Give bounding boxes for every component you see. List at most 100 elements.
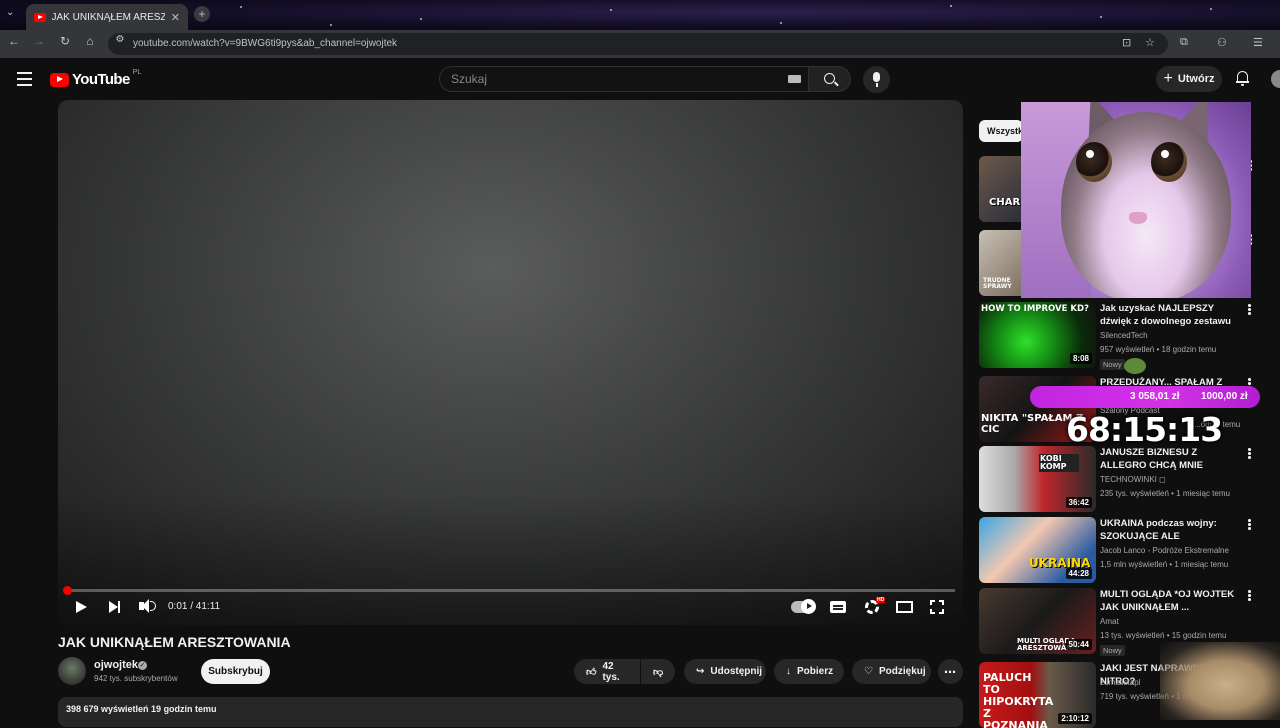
create-label: Utwórz (1177, 73, 1215, 85)
youtube-play-logo-icon (50, 72, 69, 87)
search-input[interactable] (440, 67, 770, 91)
recommendation-title[interactable]: Jak uzyskać NAJLEPSZY dźwięk z dowolnego… (1100, 302, 1240, 328)
thanks-button[interactable]: ♡ Podziękuj (852, 659, 931, 684)
youtube-favicon-icon (34, 12, 46, 22)
recommendation-title[interactable]: UKRAINA podczas wojny: SZOKUJĄCE ALE PRA… (1100, 517, 1240, 543)
download-button[interactable]: ↓ Pobierz (774, 659, 844, 684)
create-button[interactable]: + Utwórz (1156, 66, 1222, 92)
bookmark-star-icon[interactable]: ☆ (1145, 36, 1155, 49)
hamburger-menu-icon[interactable] (17, 72, 32, 90)
notifications-bell-icon[interactable] (1236, 71, 1249, 86)
browser-tab-strip (0, 0, 1280, 30)
more-options-icon[interactable] (1248, 304, 1251, 315)
thanks-label: Podziękuj (878, 666, 926, 677)
recommendation-meta: 1,5 mln wyświetleń • 1 miesiąc temu (1100, 560, 1229, 569)
duration-badge: 8:08 (1069, 353, 1092, 364)
recommendation-thumbnail[interactable]: MULTI OGLĄDA ARESZTOWANIE 50:44 (979, 588, 1096, 654)
subtitles-icon[interactable] (830, 601, 846, 613)
more-actions-button[interactable]: ⋯ (938, 659, 963, 684)
play-button-icon[interactable] (76, 601, 87, 613)
thumbnail-text: KOBI KOMP (1039, 454, 1079, 472)
more-options-icon[interactable] (1248, 590, 1251, 601)
fullscreen-icon[interactable] (930, 600, 944, 614)
logo-wordmark: YouTube (72, 71, 130, 88)
recommendation-channel[interactable]: Amat (1100, 617, 1119, 626)
share-button[interactable]: ↪ Udostępnij (684, 659, 766, 684)
install-app-icon[interactable]: ⊡ (1122, 36, 1131, 49)
voice-search-button[interactable] (863, 66, 890, 93)
tab-close-icon[interactable]: ✕ (171, 11, 180, 24)
recommendation-thumbnail[interactable]: UKRAINA 44:28 (979, 517, 1096, 583)
tab-list-icon[interactable]: ⌄ (6, 7, 14, 18)
search-box (439, 66, 809, 92)
recommendation-channel[interactable]: TECHNOWINKI ◻ (1100, 475, 1166, 484)
site-info-icon[interactable]: ⚙ (112, 34, 128, 45)
duration-badge: 44:28 (1065, 568, 1092, 579)
autoplay-icon[interactable] (801, 599, 816, 614)
back-arrow-icon[interactable]: ← (6, 34, 22, 48)
recommendation-thumbnail[interactable]: KOBI KOMP 36:42 (979, 446, 1096, 512)
keyboard-icon[interactable] (788, 75, 801, 83)
home-icon[interactable]: ⌂ (82, 34, 98, 48)
recommendation-title[interactable]: JANUSZE BIZNESU Z ALLEGRO CHCĄ MNIE UCIS… (1100, 446, 1240, 472)
thumbnail-text: TRUDNE SPRAWY (983, 277, 1012, 290)
verified-check-icon: ✓ (138, 661, 147, 670)
reading-list-icon[interactable]: ☰ (1253, 36, 1263, 49)
search-button[interactable] (809, 66, 851, 92)
heart-dollar-icon: ♡ (864, 666, 873, 677)
subscribe-button[interactable]: Subskrybuj (201, 659, 270, 684)
subscriber-count: 942 tys. subskrybentów (94, 674, 178, 683)
subathon-timer: 68:15:13 (1066, 410, 1223, 449)
cat-webcam-overlay (1021, 102, 1251, 298)
browser-tab[interactable]: JAK UNIKNĄŁEM ARESZTOWANIA ✕ (26, 4, 188, 30)
channel-name[interactable]: ojwojtek (94, 659, 138, 671)
reload-icon[interactable]: ↻ (57, 34, 73, 48)
search-icon (824, 73, 835, 84)
new-badge: Nowy (1100, 359, 1125, 370)
channel-avatar[interactable] (58, 657, 86, 685)
more-options-icon[interactable] (1248, 448, 1251, 459)
download-icon: ↓ (786, 666, 791, 677)
next-button-icon[interactable] (109, 601, 118, 613)
donation-current: 3 058,01 zł (1130, 391, 1180, 402)
more-options-icon[interactable] (1248, 519, 1251, 530)
recommendation-channel[interactable]: SilencedTech (1100, 331, 1148, 340)
dislike-button[interactable]: 👎︎ (641, 659, 675, 684)
recommendation-meta: 235 tys. wyświetleń • 1 miesiąc temu (1100, 489, 1230, 498)
video-title: JAK UNIKNĄŁEM ARESZTOWANIA (58, 634, 291, 650)
duration-badge: 36:42 (1065, 497, 1092, 508)
recommendation-title[interactable]: MULTI OGLĄDA *OJ WOJTEK JAK UNIKNĄŁEM ..… (1100, 588, 1240, 614)
video-player[interactable] (58, 100, 963, 625)
progress-scrubber[interactable] (63, 586, 72, 595)
forward-arrow-icon[interactable]: → (31, 34, 47, 48)
microphone-icon (873, 72, 880, 82)
recommendation-item[interactable]: UKRAINA 44:28 UKRAINA podczas wojny: SZO… (979, 517, 1279, 583)
profile-icon[interactable]: ⚇ (1217, 36, 1227, 49)
duration-badge: 50:44 (1065, 639, 1092, 650)
like-count: 42 tys. (602, 660, 620, 683)
duration-badge: 2:10:12 (1058, 713, 1092, 724)
recommendation-channel[interactable]: Jacob Lanco - Podróże Ekstremalne (1100, 546, 1229, 555)
cat-emote-overlay (1160, 642, 1280, 720)
recommendation-thumbnail[interactable]: PALUCH TO HIPOKRYTA Z POZNANIA 2:10:12 (979, 662, 1096, 728)
share-arrow-icon: ↪ (696, 666, 705, 677)
hd-badge: HD (876, 597, 886, 603)
donation-goal: 1000,00 zł (1201, 391, 1248, 402)
youtube-logo[interactable]: YouTube PL (50, 69, 141, 88)
chip-all[interactable]: Wszystkie (979, 120, 1023, 142)
recommendation-meta: 957 wyświetleń • 18 godzin temu (1100, 345, 1217, 354)
recommendation-channel[interactable]: zurnalistapl (1100, 678, 1140, 687)
extensions-icon[interactable]: ⧉ (1180, 36, 1188, 49)
new-tab-button[interactable]: + (194, 6, 210, 22)
recommendation-item[interactable]: KOBI KOMP 36:42 JANUSZE BIZNESU Z ALLEGR… (979, 446, 1279, 512)
time-display: 0:01 / 41:11 (168, 601, 221, 612)
plus-icon: + (1163, 70, 1173, 87)
theater-mode-icon[interactable] (896, 601, 913, 613)
progress-bar[interactable] (66, 589, 955, 592)
url-text[interactable]: youtube.com/watch?v=9BWG6ti9pys&ab_chann… (133, 38, 397, 49)
download-label: Pobierz (797, 666, 834, 677)
new-badge: Nowy (1100, 645, 1125, 656)
share-label: Udostępnij (710, 666, 763, 677)
like-button[interactable]: 👍︎ 42 tys. (574, 659, 640, 684)
recommendation-thumbnail[interactable]: HOW TO IMPROVE KD? 8:08 (979, 302, 1096, 368)
